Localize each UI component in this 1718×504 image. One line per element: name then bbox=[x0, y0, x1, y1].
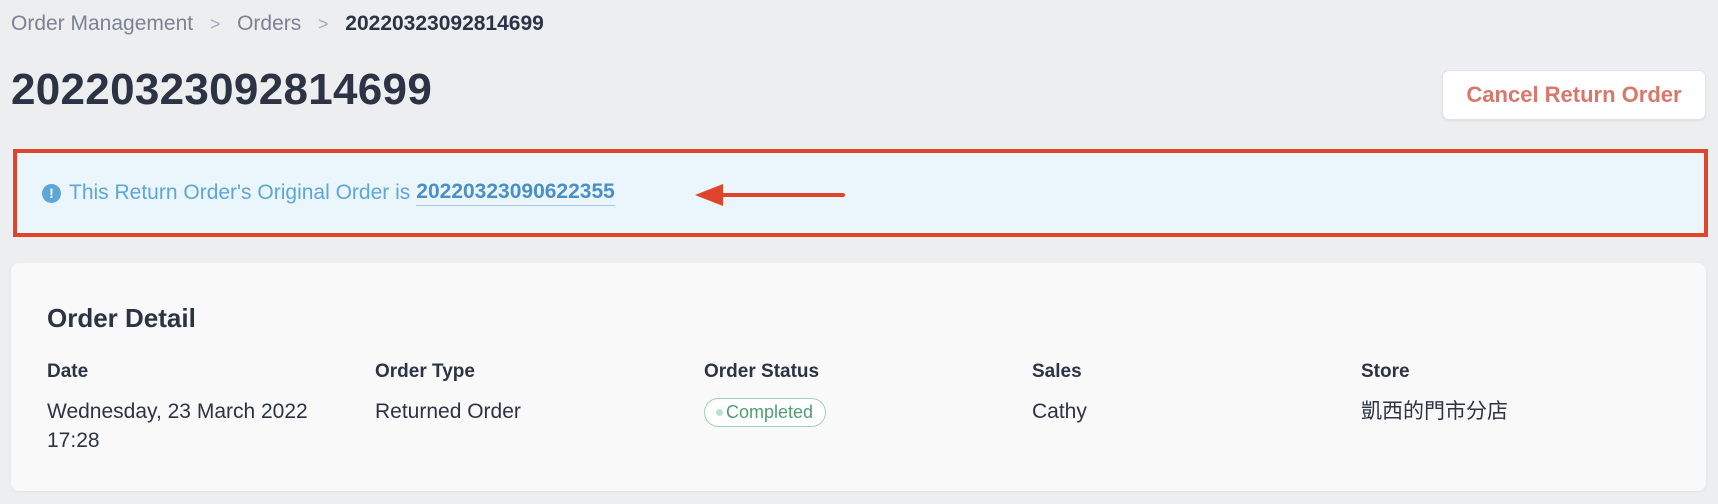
field-value: Wednesday, 23 March 2022 17:28 bbox=[47, 400, 308, 452]
breadcrumb-orders[interactable]: Orders bbox=[237, 12, 301, 36]
field-store: Store 凱西的門市分店 bbox=[1361, 361, 1661, 426]
cancel-return-order-button[interactable]: Cancel Return Order bbox=[1442, 70, 1706, 120]
order-detail-title: Order Detail bbox=[47, 303, 196, 333]
field-order-status: Order Status Completed bbox=[704, 361, 1004, 427]
field-label: Date bbox=[47, 361, 89, 382]
chevron-right-icon: > bbox=[209, 13, 221, 34]
field-date: Date Wednesday, 23 March 2022 17:28 bbox=[47, 361, 347, 455]
field-label: Sales bbox=[1032, 361, 1082, 382]
chevron-right-icon: > bbox=[318, 13, 329, 34]
field-label: Store bbox=[1361, 361, 1410, 382]
alert-content: ! This Return Order's Original Order is … bbox=[42, 153, 615, 233]
field-order-type: Order Type Returned Order bbox=[375, 361, 675, 426]
field-value: 凱西的門市分店 bbox=[1361, 400, 1508, 423]
original-order-alert: ! This Return Order's Original Order is … bbox=[13, 149, 1708, 237]
alert-text: This Return Order's Original Order is bbox=[69, 181, 411, 204]
info-icon: ! bbox=[42, 183, 61, 203]
field-label: Order Status bbox=[704, 361, 820, 382]
field-sales: Sales Cathy bbox=[1032, 361, 1332, 426]
original-order-link[interactable]: 20220323090622355 bbox=[416, 180, 615, 206]
status-badge: Completed bbox=[704, 398, 827, 427]
field-value: Returned Order bbox=[375, 400, 521, 423]
field-label: Order Type bbox=[375, 361, 475, 382]
annotation-arrow-icon bbox=[695, 184, 845, 206]
breadcrumb-order-management[interactable]: Order Management bbox=[11, 12, 193, 36]
order-detail-card: Order Detail Date Wednesday, 23 March 20… bbox=[11, 263, 1706, 491]
status-dot-icon bbox=[716, 409, 723, 416]
breadcrumb-current: 20220323092814699 bbox=[345, 12, 544, 35]
page-title: 20220323092814699 bbox=[11, 65, 433, 114]
status-text: Completed bbox=[726, 402, 814, 422]
field-value: Cathy bbox=[1032, 400, 1087, 423]
breadcrumb: Order Management > Orders > 202203230928… bbox=[11, 10, 544, 38]
